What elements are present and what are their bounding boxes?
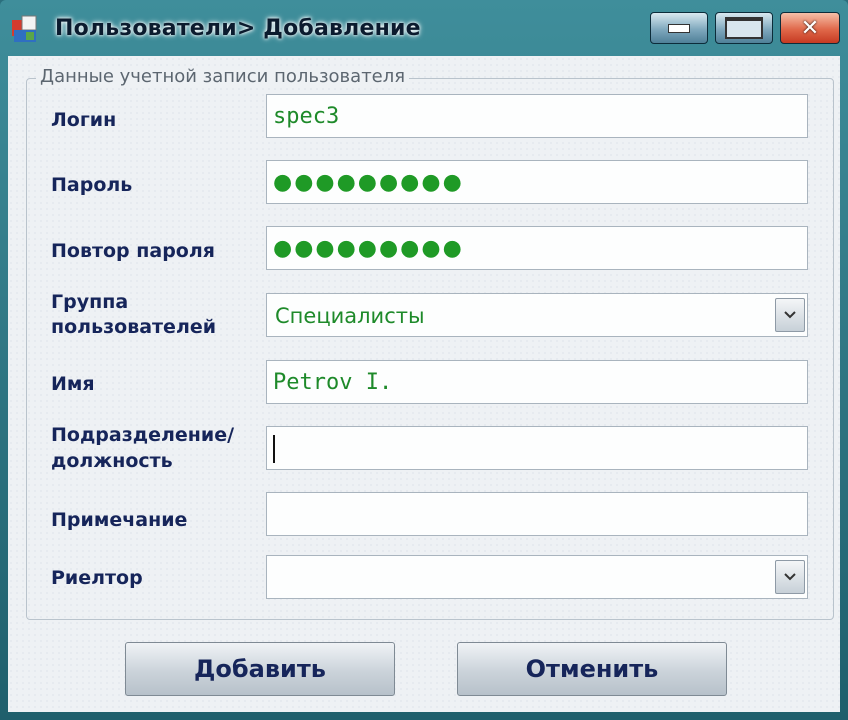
department-input[interactable]: [266, 426, 808, 470]
login-label: Логин: [51, 109, 117, 131]
login-input[interactable]: spec3: [266, 94, 808, 138]
realtor-label: Риелтор: [51, 567, 143, 589]
user-group-select[interactable]: Специалисты: [266, 293, 808, 337]
password-repeat-input[interactable]: ●●●●●●●●●: [266, 226, 808, 270]
password-input[interactable]: ●●●●●●●●●: [266, 160, 808, 204]
dialog-window: Пользователи> Добавление ✕ Данные учетно…: [0, 0, 848, 720]
title-bar[interactable]: Пользователи> Добавление ✕: [0, 0, 848, 56]
realtor-dropdown-button[interactable]: [775, 560, 805, 594]
app-icon: [12, 15, 37, 42]
password-label: Пароль: [51, 174, 133, 196]
chevron-down-icon: [784, 311, 796, 319]
maximize-icon: [725, 17, 763, 39]
user-group-value: Специалисты: [275, 304, 425, 328]
window-title: Пользователи> Добавление: [55, 16, 421, 41]
close-icon: ✕: [800, 15, 820, 41]
close-button[interactable]: ✕: [780, 12, 840, 44]
text-cursor: [273, 435, 275, 463]
chevron-down-icon: [784, 573, 796, 581]
maximize-button[interactable]: [715, 12, 773, 44]
department-label-line2: должность: [51, 450, 173, 472]
note-label: Примечание: [51, 509, 188, 531]
name-input[interactable]: Petrov I.: [266, 360, 808, 404]
note-input[interactable]: [266, 492, 808, 536]
dialog-body: Данные учетной записи пользователя Логин…: [8, 56, 840, 712]
password-repeat-label: Повтор пароля: [51, 240, 215, 262]
user-group-label-line2: пользователей: [51, 316, 217, 338]
group-legend: Данные учетной записи пользователя: [36, 66, 410, 87]
add-button[interactable]: Добавить: [125, 642, 395, 696]
minimize-button[interactable]: [650, 12, 708, 44]
user-group-dropdown-button[interactable]: [775, 298, 805, 332]
department-label-line1: Подразделение/: [51, 424, 235, 446]
cancel-button[interactable]: Отменить: [457, 642, 727, 696]
realtor-select[interactable]: [266, 555, 808, 599]
name-label: Имя: [51, 373, 95, 395]
user-group-label-line1: Группа: [51, 291, 129, 313]
minimize-icon: [668, 23, 690, 33]
